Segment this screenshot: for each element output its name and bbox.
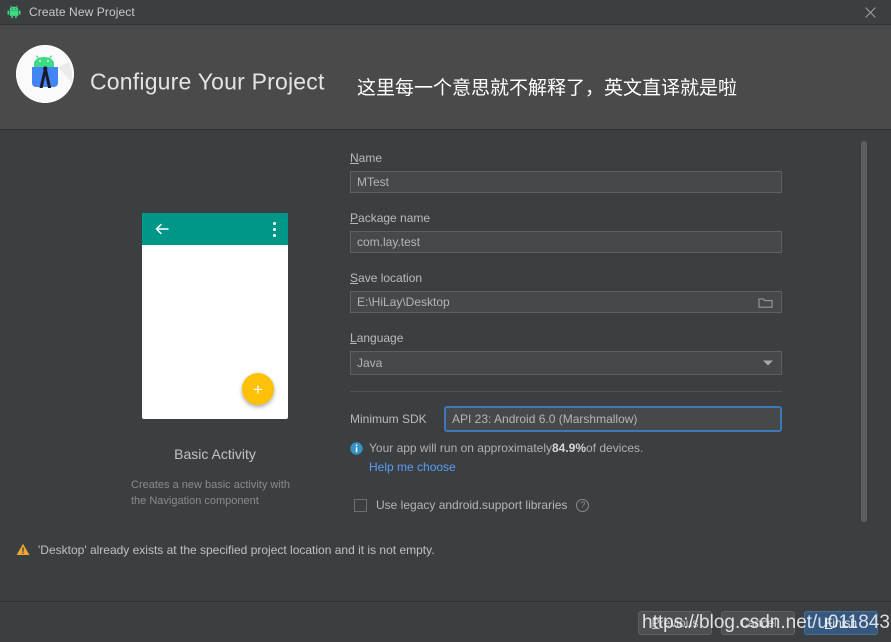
device-coverage-info: Your app will run on approximately 84.9%…: [350, 441, 782, 455]
chevron-down-icon: [763, 360, 773, 366]
language-label: Language: [350, 331, 404, 345]
legacy-libraries-label: Use legacy android.support libraries: [376, 498, 568, 512]
legacy-libraries-row[interactable]: Use legacy android.support libraries ?: [354, 498, 782, 512]
save-location-value: E:\HiLay\Desktop: [357, 295, 450, 309]
device-coverage-prefix: Your app will run on approximately: [369, 441, 552, 455]
info-icon: [350, 441, 363, 455]
android-robot-icon: [6, 4, 22, 20]
close-icon[interactable]: [849, 0, 891, 25]
cancel-button[interactable]: Cancel: [721, 611, 795, 635]
window-title-label: Create New Project: [29, 5, 135, 19]
activity-preview-thumbnail: +: [142, 213, 288, 419]
form-divider: [350, 391, 782, 392]
floating-action-button-preview: +: [242, 373, 274, 405]
template-description-label: Creates a new basic activity with the Na…: [131, 479, 290, 507]
device-coverage-suffix: of devices.: [586, 441, 644, 455]
language-select[interactable]: Java: [350, 351, 782, 375]
dialog-header: Configure Your Project 这里每一个意思就不解释了，英文直译…: [0, 25, 891, 130]
dialog-body: + Basic Activity Creates a new basic act…: [0, 131, 891, 532]
dialog-footer: Previous Cancel Finish: [0, 603, 891, 642]
device-coverage-percent: 84.9%: [552, 441, 587, 455]
window-title-bar: Create New Project: [0, 0, 891, 25]
name-input[interactable]: MTest: [350, 171, 782, 193]
template-preview: + Basic Activity Creates a new basic act…: [131, 213, 290, 510]
package-name-input[interactable]: com.lay.test: [350, 231, 782, 253]
name-label: Name: [350, 151, 383, 165]
minimum-sdk-value: API 23: Android 6.0 (Marshmallow): [452, 412, 638, 426]
language-value: Java: [357, 356, 383, 370]
preview-app-bar: [142, 213, 288, 245]
finish-button[interactable]: Finish: [804, 611, 878, 635]
project-config-form: Name MTest Package name com.lay.test Sav…: [350, 151, 782, 512]
dialog-button-bar: Previous Cancel Finish: [638, 611, 878, 635]
package-name-label: Package name: [350, 211, 431, 225]
help-me-choose-link[interactable]: Help me choose: [369, 460, 782, 474]
question-mark-icon[interactable]: ?: [576, 498, 590, 512]
validation-warning-text: 'Desktop' already exists at the specifie…: [38, 543, 435, 557]
minimum-sdk-label: Minimum SDK: [350, 412, 427, 426]
back-arrow-icon: [154, 221, 170, 237]
minimum-sdk-select[interactable]: API 23: Android 6.0 (Marshmallow): [444, 406, 782, 432]
chinese-annotation-text: 这里每一个意思就不解释了，英文直译就是啦: [357, 77, 738, 99]
save-location-label: Save location: [350, 271, 423, 285]
minimum-sdk-row: Minimum SDK API 23: Android 6.0 (Marshma…: [350, 406, 782, 432]
warning-triangle-icon: [16, 543, 30, 556]
android-studio-logo-icon: [16, 45, 74, 103]
legacy-libraries-checkbox[interactable]: [354, 498, 367, 512]
folder-icon[interactable]: [758, 296, 773, 309]
template-name-label: Basic Activity: [174, 446, 256, 462]
save-location-input[interactable]: E:\HiLay\Desktop: [350, 291, 782, 313]
validation-warning-area: 'Desktop' already exists at the specifie…: [0, 532, 891, 602]
previous-button[interactable]: Previous: [638, 611, 712, 635]
overflow-menu-icon: [272, 222, 276, 237]
vertical-scrollbar-thumb[interactable]: [861, 141, 867, 522]
page-title: Configure Your Project: [90, 68, 325, 95]
